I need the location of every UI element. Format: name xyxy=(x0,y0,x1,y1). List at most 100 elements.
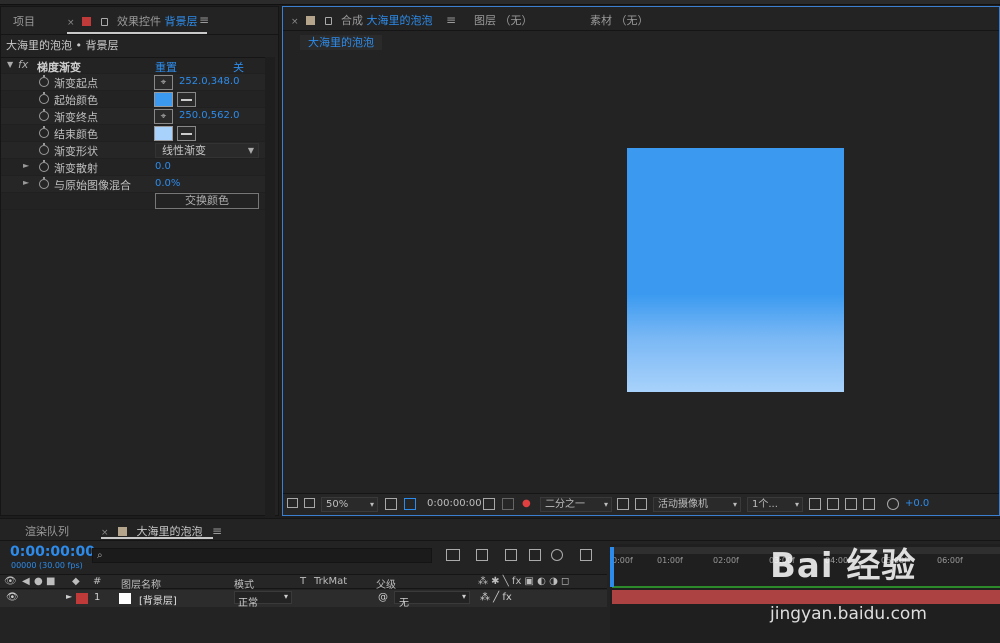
prop-row-scatter: ► 渐变散射 0.0 xyxy=(1,159,265,176)
comp-prefix: 合成 xyxy=(341,14,364,27)
graph-editor-icon[interactable] xyxy=(580,549,592,561)
exposure-reset-icon[interactable] xyxy=(887,498,899,510)
comp-mini-flowchart-icon[interactable] xyxy=(446,549,460,561)
gradient-layer-preview[interactable] xyxy=(627,148,844,392)
stopwatch-icon[interactable] xyxy=(39,109,49,121)
stopwatch-icon[interactable] xyxy=(39,160,49,172)
layer-search-input[interactable]: ⌕ xyxy=(92,548,432,563)
prop-row-end-color: 结束颜色 xyxy=(1,125,265,142)
prop-value[interactable]: 0.0 xyxy=(155,161,171,172)
panel-menu-icon[interactable]: ≡ xyxy=(212,524,222,538)
prop-name: 渐变起点 xyxy=(54,77,98,90)
reset-link[interactable]: 重置 xyxy=(155,59,177,75)
tab-effects-layer: 背景层 xyxy=(164,15,198,28)
expand-icon[interactable]: ► xyxy=(23,161,29,170)
toggle-pixel-aspect-icon[interactable] xyxy=(809,498,821,510)
transparency-grid-icon[interactable] xyxy=(635,498,647,510)
layer-row[interactable]: 👁 ► 1 [背景层] 正常 ▾ @ 无 ▾ ⁂ ╱ fx xyxy=(0,590,607,609)
col-mode[interactable]: 模式 xyxy=(234,576,254,591)
lock-icon[interactable]: ■ xyxy=(46,576,55,587)
eye-icon[interactable]: 👁 xyxy=(6,592,19,603)
grid-guides-icon[interactable] xyxy=(385,498,397,510)
stopwatch-icon[interactable] xyxy=(39,126,49,138)
resolution-dropdown[interactable]: 二分之一 ▾ xyxy=(540,497,612,512)
chevron-down-icon: ▾ xyxy=(732,500,737,509)
fast-previews-icon[interactable] xyxy=(827,498,839,510)
lock-icon[interactable] xyxy=(324,17,332,25)
frame-blending-icon[interactable] xyxy=(529,549,541,561)
stopwatch-icon[interactable] xyxy=(39,177,49,189)
exposure-value[interactable]: +0.0 xyxy=(905,498,929,509)
monitor-icon[interactable] xyxy=(304,498,315,508)
tab-effect-controls[interactable]: × 效果控件 背景层 xyxy=(67,13,198,29)
flowchart-icon[interactable] xyxy=(863,498,875,510)
col-layer-name[interactable]: 图层名称 xyxy=(121,576,161,591)
eye-icon[interactable]: 👁 xyxy=(4,576,17,587)
camera-dropdown[interactable]: 活动摄像机 ▾ xyxy=(653,497,741,512)
color-swatch[interactable] xyxy=(154,126,173,141)
close-icon[interactable]: × xyxy=(67,18,75,28)
current-time[interactable]: 0:00:00:00 xyxy=(423,497,482,512)
prop-value[interactable]: 0.0% xyxy=(155,178,180,189)
effect-header-row[interactable]: ▼ fx 梯度渐变 重置 关于... xyxy=(1,57,265,90)
tab-render-queue[interactable]: 渲染队列 xyxy=(25,523,69,539)
ruler-tick: 01:00f xyxy=(657,556,683,565)
pickwhip-icon[interactable]: @ xyxy=(378,592,388,603)
scrollbar[interactable] xyxy=(265,57,275,522)
region-of-interest-icon[interactable] xyxy=(617,498,629,510)
expand-icon[interactable]: ▼ xyxy=(7,60,13,69)
label-tag-icon[interactable]: ◆ xyxy=(72,576,80,587)
panel-menu-icon[interactable]: ≡ xyxy=(446,13,456,27)
eyedropper-icon[interactable] xyxy=(177,126,196,141)
show-snapshot-icon[interactable] xyxy=(502,498,514,510)
ruler-tick: 0:00f xyxy=(612,556,633,565)
motion-blur-icon[interactable] xyxy=(551,549,563,561)
color-swatch[interactable] xyxy=(154,92,173,107)
prop-row-start-color: 起始颜色 xyxy=(1,91,265,108)
switches-icons[interactable]: ⁂ ✱ ╲ fx ▣ ◐ ◑ ◻ xyxy=(478,576,569,587)
hide-shy-layers-icon[interactable] xyxy=(505,549,517,561)
crosshair-icon[interactable]: ⌖ xyxy=(154,109,173,124)
col-parent[interactable]: 父级 xyxy=(376,576,396,591)
label-color-icon[interactable] xyxy=(76,593,88,604)
fx-icon[interactable]: fx xyxy=(18,58,28,71)
prop-value[interactable]: 250.0,562.0 xyxy=(179,110,239,121)
close-icon[interactable]: × xyxy=(291,17,299,27)
expand-icon[interactable]: ► xyxy=(23,178,29,187)
playhead[interactable] xyxy=(610,547,614,587)
expand-icon[interactable]: ► xyxy=(66,592,72,601)
stopwatch-icon[interactable] xyxy=(39,92,49,104)
prop-value[interactable]: 252.0,348.0 xyxy=(179,76,239,87)
tab-footage[interactable]: 素材 （无） xyxy=(590,12,649,28)
label-color-icon xyxy=(306,16,316,25)
layer-name[interactable]: [背景层] xyxy=(139,592,177,607)
draft-3d-icon[interactable] xyxy=(476,549,488,561)
parent-dropdown[interactable]: 无 ▾ xyxy=(394,591,470,609)
comp-breadcrumb[interactable]: 大海里的泡泡 xyxy=(300,35,382,50)
preview-region-icon[interactable] xyxy=(287,498,298,508)
mode-dropdown[interactable]: 正常 ▾ xyxy=(234,591,292,609)
mask-visibility-icon[interactable] xyxy=(404,498,416,510)
zoom-dropdown[interactable]: 50% ▾ xyxy=(321,497,378,512)
crosshair-icon[interactable]: ⌖ xyxy=(154,75,173,90)
shape-dropdown[interactable]: 线性渐变 ▼ xyxy=(155,143,259,158)
channel-icon[interactable]: ● xyxy=(522,498,531,509)
stopwatch-icon[interactable] xyxy=(39,143,49,155)
camera-snapshot-icon[interactable] xyxy=(483,498,495,510)
timeline-timecode[interactable]: 0:00:00:00 xyxy=(10,544,95,560)
lock-icon[interactable] xyxy=(100,18,108,26)
stopwatch-icon[interactable] xyxy=(39,75,49,87)
chevron-down-icon: ▾ xyxy=(283,592,288,601)
tab-composition[interactable]: × 合成 大海里的泡泡 ≡ xyxy=(291,12,456,28)
tab-project[interactable]: 项目 xyxy=(13,13,35,29)
audio-icon[interactable]: ◀ xyxy=(22,576,30,587)
layer-duration-bar[interactable] xyxy=(612,590,1000,604)
tab-layer[interactable]: 图层 （无） xyxy=(474,12,533,28)
timeline-icon[interactable] xyxy=(845,498,857,510)
swap-colors-button[interactable]: 交换颜色 xyxy=(155,193,259,209)
views-dropdown[interactable]: 1个... ▾ xyxy=(747,497,803,512)
panel-menu-icon[interactable]: ≡ xyxy=(199,13,209,27)
solo-icon[interactable]: ● xyxy=(34,576,43,587)
layer-switches[interactable]: ⁂ ╱ fx xyxy=(480,592,512,603)
eyedropper-icon[interactable] xyxy=(177,92,196,107)
